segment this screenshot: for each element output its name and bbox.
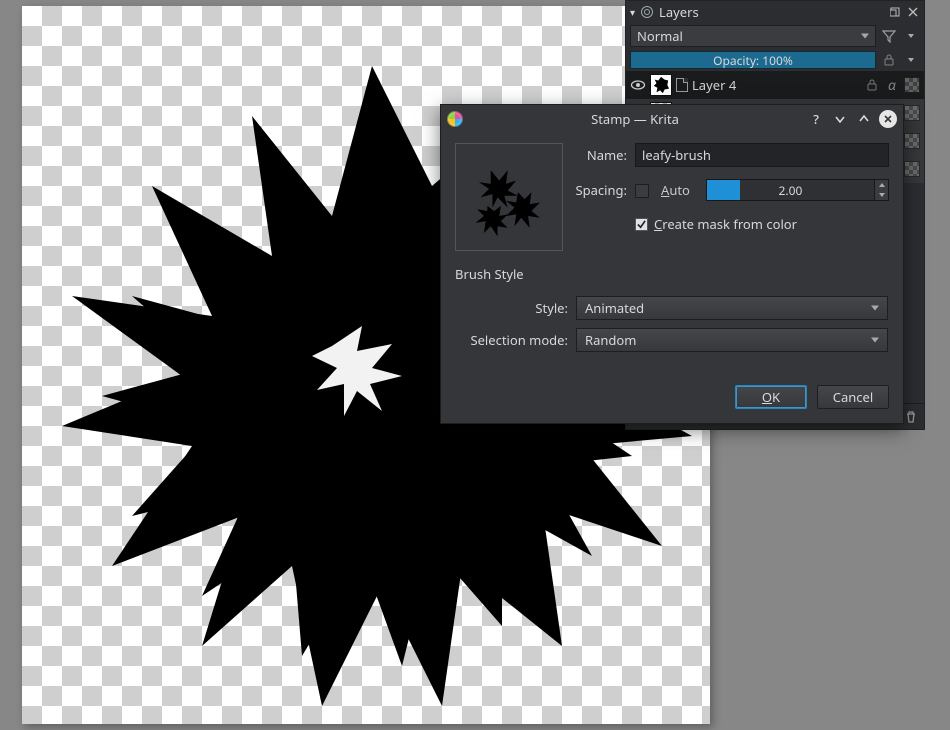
style-select[interactable]: Animated — [576, 296, 888, 320]
docker-icon — [641, 6, 653, 18]
layer-lock-button[interactable] — [880, 51, 898, 69]
spacing-label: Spacing: — [573, 181, 627, 199]
brush-preview — [455, 143, 563, 251]
visibility-toggle[interactable] — [626, 77, 650, 93]
layer-name[interactable]: Layer 4 — [692, 76, 864, 94]
blend-mode-select[interactable]: Normal — [630, 25, 876, 47]
layer-filter-menu[interactable] — [902, 25, 920, 47]
layer-lock-menu[interactable] — [902, 49, 920, 71]
layer-opacity-label: Opacity: 100% — [713, 52, 793, 69]
auto-spacing-checkbox[interactable] — [635, 184, 649, 198]
stamp-dialog: Stamp — Krita ? Name: — [440, 104, 904, 424]
alpha-checker-icon[interactable] — [904, 133, 920, 149]
spacing-spin-down[interactable] — [875, 190, 888, 200]
cancel-button[interactable]: Cancel — [817, 385, 889, 409]
create-mask-checkbox[interactable] — [635, 218, 648, 231]
spacing-spin[interactable] — [875, 179, 889, 201]
collapse-button[interactable] — [831, 110, 849, 128]
alpha-icon[interactable]: α — [884, 77, 900, 93]
create-mask-label: Create mask from color — [654, 215, 797, 233]
delete-layer-button[interactable] — [902, 408, 920, 426]
layer-type-icon — [676, 78, 688, 92]
krita-logo-icon — [447, 111, 463, 127]
spacing-spin-up[interactable] — [875, 180, 888, 190]
lock-icon[interactable] — [864, 77, 880, 93]
layer-thumbnail — [650, 74, 672, 96]
help-button[interactable]: ? — [807, 110, 825, 128]
collapse-chevron-icon[interactable]: ▾ — [630, 5, 635, 19]
auto-spacing-label: Auto — [661, 181, 690, 199]
expand-button[interactable] — [855, 110, 873, 128]
close-docker-button[interactable] — [906, 5, 920, 19]
dialog-titlebar[interactable]: Stamp — Krita ? — [441, 105, 903, 133]
float-docker-button[interactable] — [888, 5, 902, 19]
name-label: Name: — [573, 146, 627, 164]
selection-mode-label: Selection mode: — [456, 331, 568, 349]
dialog-title: Stamp — Krita — [469, 110, 801, 128]
style-value: Animated — [585, 299, 644, 317]
selection-mode-select[interactable]: Random — [576, 328, 888, 352]
brush-style-group-title: Brush Style — [455, 265, 889, 283]
spacing-slider[interactable]: 2.00 — [706, 179, 875, 201]
selection-mode-value: Random — [585, 331, 636, 349]
style-label: Style: — [456, 299, 568, 317]
spacing-value: 2.00 — [779, 182, 803, 199]
name-input[interactable] — [635, 143, 889, 167]
blend-mode-value: Normal — [637, 27, 683, 45]
alpha-checker-icon[interactable] — [904, 77, 920, 93]
ok-button[interactable]: OK — [735, 385, 807, 409]
layers-titlebar[interactable]: ▾ Layers — [626, 1, 924, 23]
alpha-checker-icon[interactable] — [904, 161, 920, 177]
layer-opacity-slider[interactable]: Opacity: 100% — [630, 51, 876, 69]
layers-title: Layers — [657, 3, 884, 21]
layer-filter-button[interactable] — [880, 25, 898, 47]
close-button[interactable] — [879, 110, 897, 128]
alpha-checker-icon[interactable] — [904, 105, 920, 121]
layer-row[interactable]: Layer 4 α — [626, 71, 924, 99]
